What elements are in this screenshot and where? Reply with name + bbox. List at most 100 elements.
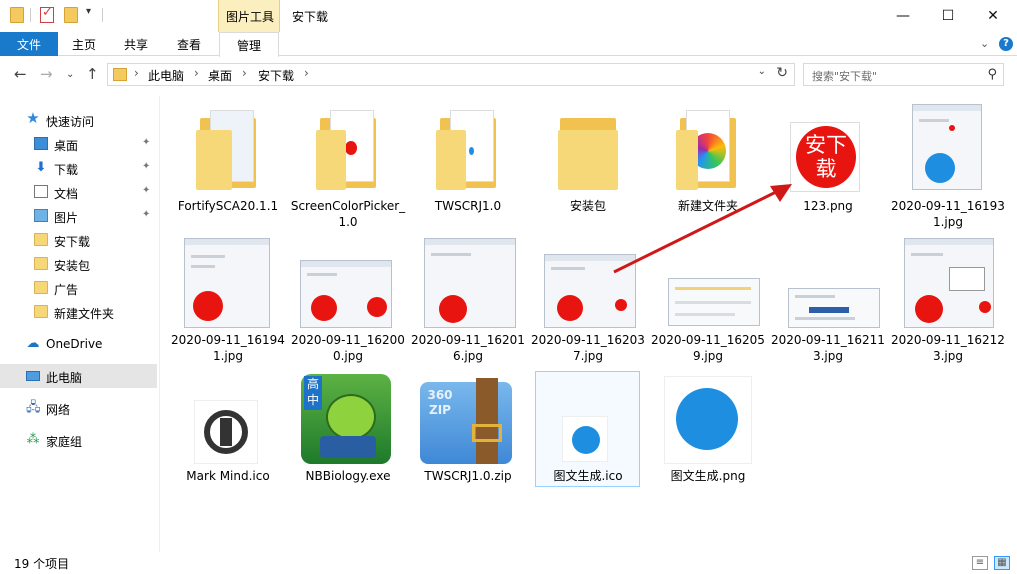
breadcrumb-separator[interactable]: › [304, 66, 309, 80]
network-icon: 🖧 [26, 400, 41, 415]
nav-onedrive[interactable]: ☁ OneDrive [0, 332, 157, 356]
file-item[interactable]: ScreenColorPicker_1.0 [290, 104, 406, 230]
breadcrumb-separator[interactable]: › [134, 66, 139, 80]
refresh-icon[interactable]: ↻ [776, 65, 788, 81]
file-item[interactable]: 360 ZIP TWSCRJ1.0.zip [410, 374, 526, 486]
star-icon: ★ [26, 109, 40, 127]
cloud-icon: ☁ [26, 336, 40, 351]
nav-label: 广告 [54, 283, 79, 297]
file-name: NBBiology.exe [305, 469, 391, 483]
address-bar[interactable]: › 此电脑 › 桌面 › 安下载 › ⌄ ↻ [107, 63, 795, 86]
nav-folder-new[interactable]: 新建文件夹 [0, 300, 157, 324]
image-thumbnail [664, 374, 752, 464]
file-item[interactable]: FortifySCA20.1.1 [170, 104, 286, 230]
breadcrumb-current[interactable]: 安下载 [258, 67, 294, 84]
file-item[interactable]: 图文生成.png [650, 374, 766, 486]
app-icon: 高 中 [301, 374, 391, 464]
app-badge: 高 中 [304, 376, 322, 410]
tab-manage[interactable]: 管理 [219, 32, 279, 57]
image-thumbnail [300, 238, 392, 328]
pin-icon[interactable]: ✦ [142, 161, 150, 172]
search-input[interactable]: 搜索"安下载" [812, 68, 877, 84]
nav-label: 网络 [46, 403, 71, 417]
up-button[interactable]: ↑ [86, 65, 99, 83]
nav-folder-anxiazai[interactable]: 安下载 [0, 228, 157, 252]
annotation-arrow [613, 184, 792, 274]
nav-label: 此电脑 [46, 371, 83, 385]
folder-icon [34, 281, 48, 294]
nav-label: OneDrive [46, 337, 103, 351]
maximize-button[interactable]: ☐ [925, 0, 971, 31]
close-button[interactable]: ✕ [970, 0, 1016, 31]
nav-homegroup[interactable]: ⁂ 家庭组 [0, 428, 157, 452]
breadcrumb-separator[interactable]: › [242, 66, 247, 80]
nav-desktop[interactable]: 桌面 ✦ [0, 132, 157, 156]
nav-folder-ads[interactable]: 广告 [0, 276, 157, 300]
picture-icon [34, 209, 48, 222]
tab-view[interactable]: 查看 [177, 36, 201, 53]
address-dropdown-icon[interactable]: ⌄ [758, 66, 766, 77]
file-item[interactable]: 图文生成.ico [530, 374, 646, 486]
nav-downloads[interactable]: ⬇ 下载 ✦ [0, 156, 157, 180]
pin-icon[interactable]: ✦ [142, 185, 150, 196]
customize-toolbar-icon[interactable]: ▾ [86, 6, 91, 17]
pin-icon[interactable]: ✦ [142, 209, 150, 220]
recent-locations-button[interactable]: ⌄ [66, 69, 74, 80]
file-item[interactable]: 2020-09-11_162016.jpg [410, 238, 526, 368]
file-item[interactable]: Mark Mind.ico [170, 374, 286, 486]
details-view-icon[interactable]: ≡ [972, 556, 988, 570]
nav-pictures[interactable]: 图片 ✦ [0, 204, 157, 228]
file-name: ScreenColorPicker_1.0 [290, 199, 406, 229]
file-item[interactable]: 2020-09-11_162123.jpg [890, 238, 1006, 368]
item-count: 19 个项目 [14, 557, 70, 571]
nav-folder-installers[interactable]: 安装包 [0, 252, 157, 276]
ribbon-tabs [0, 32, 1017, 56]
search-icon[interactable]: ⚲ [987, 67, 997, 82]
file-item[interactable]: 高 中 NBBiology.exe [290, 374, 406, 486]
search-box[interactable]: 搜索"安下载" ⚲ [803, 63, 1004, 86]
new-folder-icon[interactable] [64, 7, 78, 23]
nav-this-pc[interactable]: 此电脑 [0, 364, 157, 388]
tab-file[interactable]: 文件 [0, 32, 58, 56]
file-item[interactable]: 2020-09-11_162000.jpg [290, 238, 406, 368]
file-item[interactable]: 2020-09-11_161941.jpg [170, 238, 286, 368]
breadcrumb-this-pc[interactable]: 此电脑 [148, 67, 184, 84]
nav-network[interactable]: 🖧 网络 [0, 396, 157, 420]
separator [30, 8, 31, 22]
back-button[interactable]: ← [14, 65, 27, 83]
breadcrumb-desktop[interactable]: 桌面 [208, 67, 232, 84]
file-name: 图文生成.png [670, 469, 746, 483]
pin-icon[interactable]: ✦ [142, 137, 150, 148]
minimize-button[interactable]: — [880, 0, 926, 31]
file-name: FortifySCA20.1.1 [177, 199, 279, 213]
nav-label: 快速访问 [46, 115, 95, 129]
image-thumbnail [188, 374, 268, 464]
help-icon[interactable]: ? [999, 37, 1013, 51]
large-icons-view-icon[interactable]: ▦ [994, 556, 1010, 570]
nav-label: 下载 [54, 163, 79, 177]
properties-icon[interactable] [40, 5, 54, 23]
expand-ribbon-icon[interactable]: ⌄ [980, 37, 989, 50]
file-name: TWSCRJ1.0 [434, 199, 502, 213]
nav-documents[interactable]: 文档 ✦ [0, 180, 157, 204]
image-thumbnail [424, 238, 516, 328]
folder-icon [10, 7, 24, 23]
file-item[interactable]: TWSCRJ1.0 [410, 104, 526, 230]
forward-button[interactable]: → [40, 65, 53, 83]
file-name: Mark Mind.ico [186, 469, 270, 483]
file-item[interactable]: 2020-09-11_161931.jpg [890, 104, 1006, 230]
folder-icon [34, 233, 48, 246]
nav-label: 安下载 [54, 235, 91, 249]
zip-icon: 360 ZIP [420, 374, 512, 464]
file-name: 2020-09-11_162059.jpg [651, 333, 765, 363]
file-name: 图文生成.ico [553, 469, 623, 483]
tab-home[interactable]: 主页 [72, 36, 96, 53]
nav-label: 文档 [54, 187, 79, 201]
nav-label: 图片 [54, 211, 79, 225]
breadcrumb-separator[interactable]: › [194, 66, 199, 80]
folder-icon [428, 104, 508, 194]
tab-share[interactable]: 共享 [124, 36, 148, 53]
image-thumbnail: 安下 载 [788, 104, 868, 194]
file-name: 2020-09-11_161941.jpg [171, 333, 285, 363]
nav-quick-access[interactable]: ★ 快速访问 [0, 108, 157, 132]
